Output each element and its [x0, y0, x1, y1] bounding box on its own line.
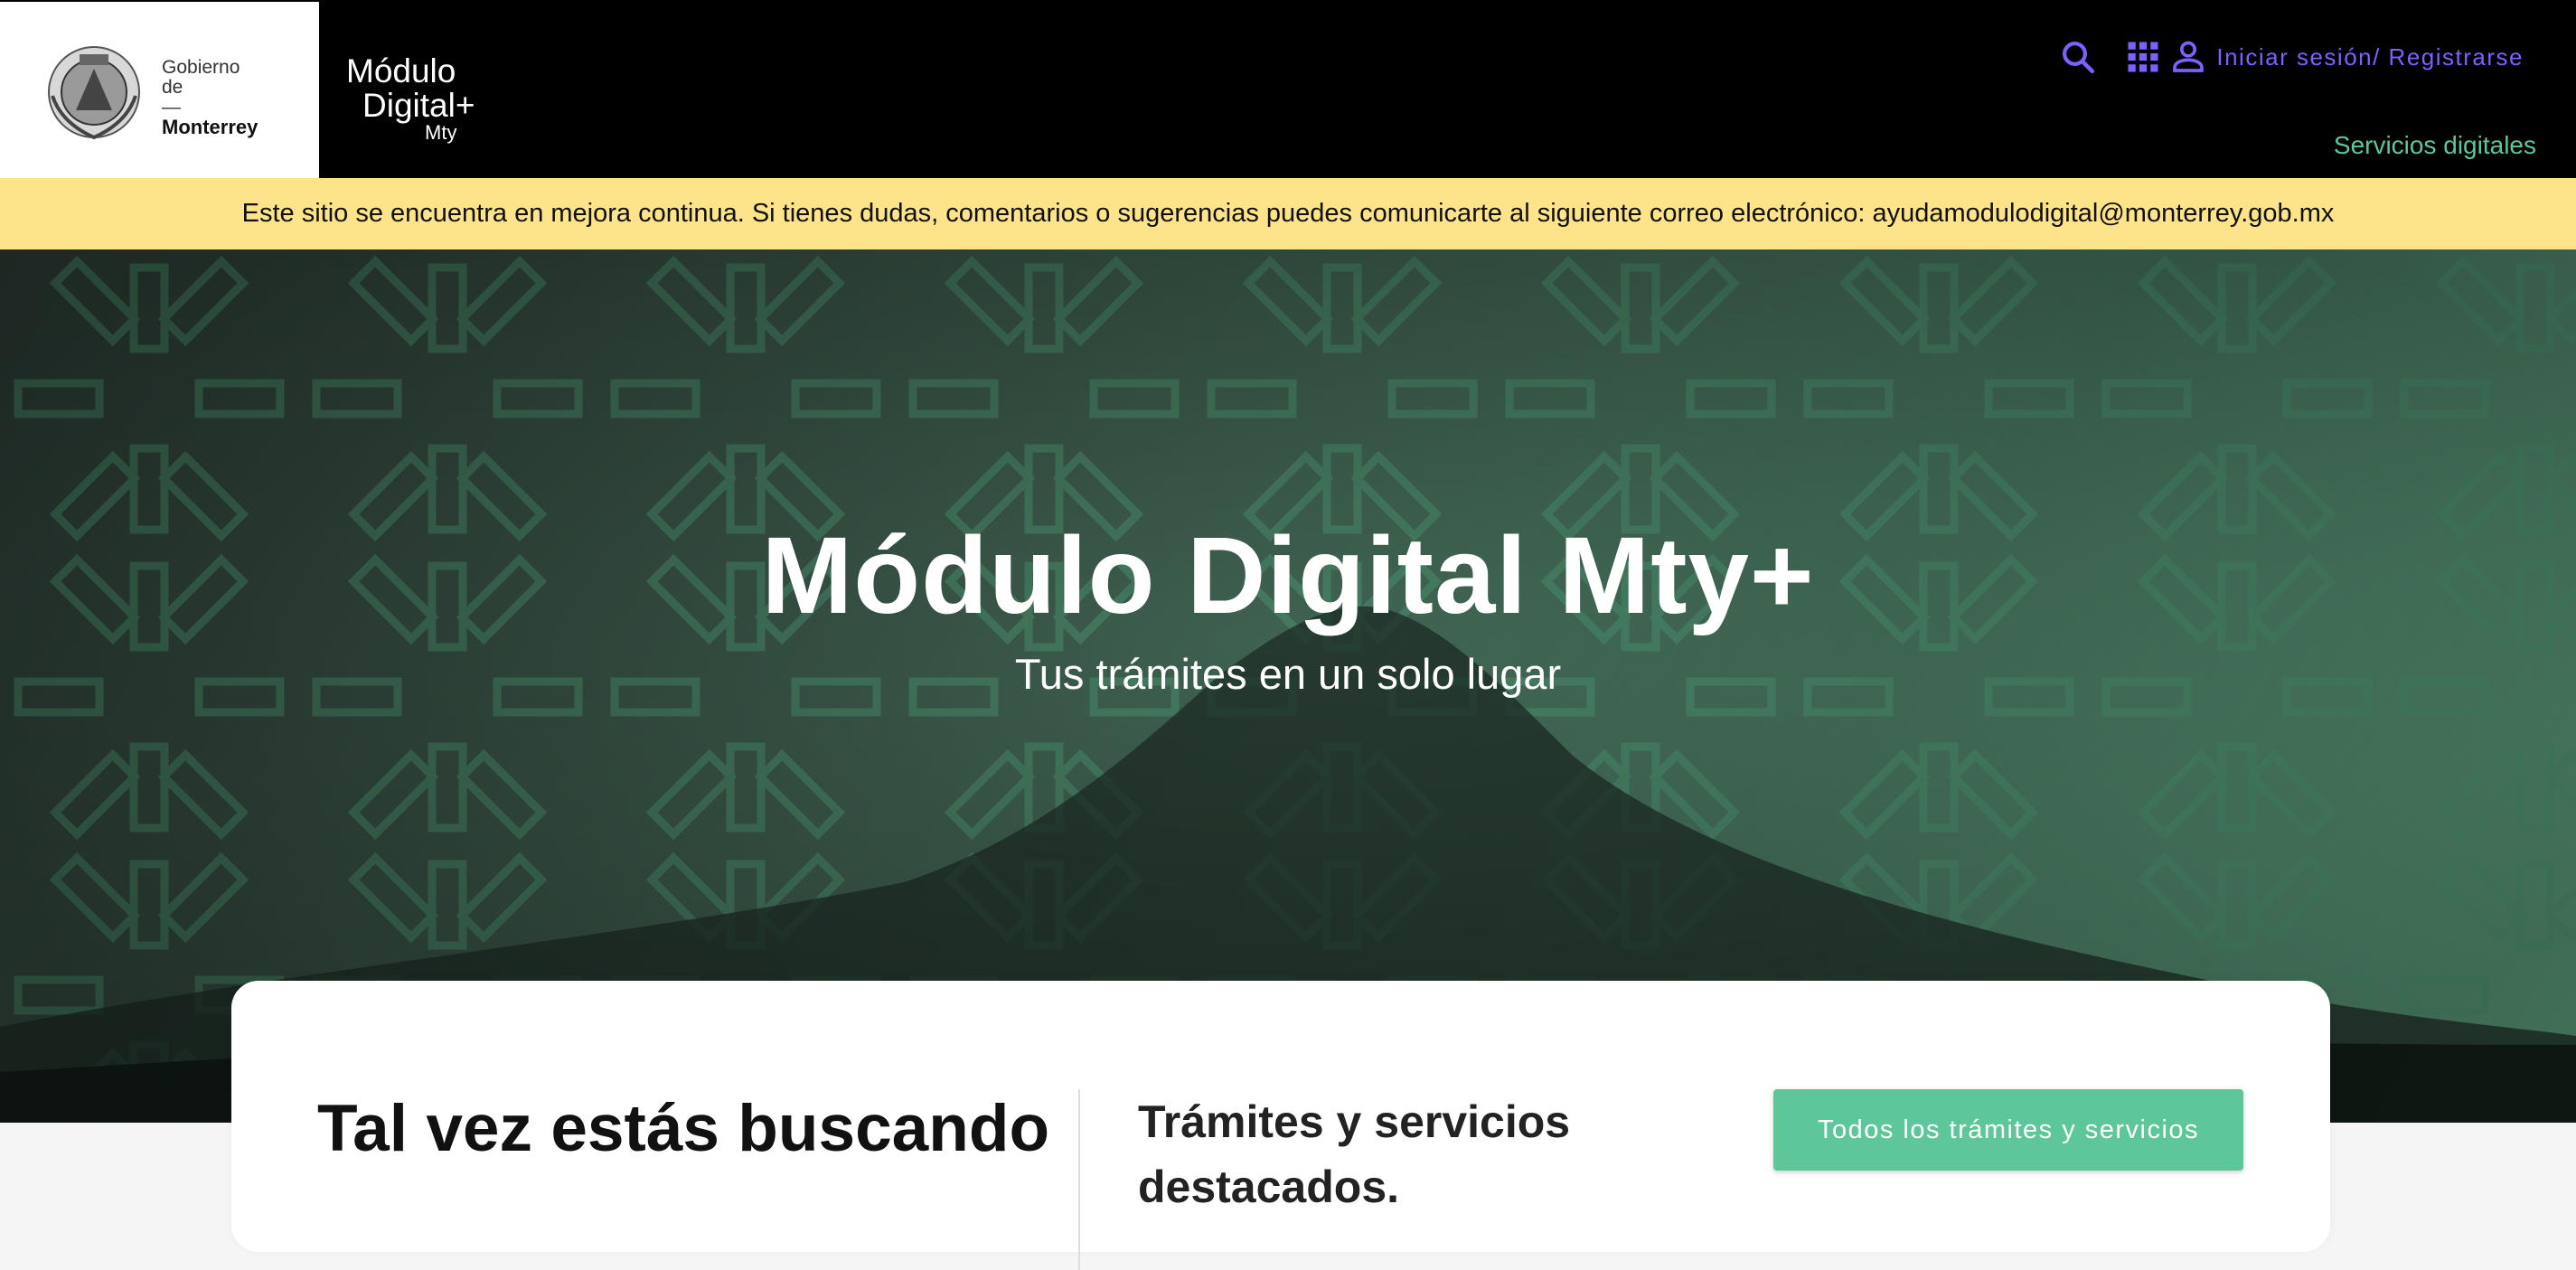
notice-text: Este sitio se encuentra en mejora contin… [241, 199, 2335, 228]
gov-line-1: Gobierno [162, 57, 240, 78]
brand-line-3: Mty [425, 121, 457, 144]
login-register-link[interactable]: Iniciar sesión/ Registrarse [2216, 43, 2524, 71]
all-services-button[interactable]: Todos los trámites y servicios [1773, 1089, 2243, 1171]
section-divider [1078, 1089, 1080, 1270]
brand-line-1: Módulo [346, 52, 456, 89]
gov-line-dash: — [162, 97, 181, 118]
gov-line-2: de [162, 77, 183, 98]
section-title: Tal vez estás buscando [317, 1092, 1050, 1165]
government-name: Gobierno de — Monterrey [162, 58, 258, 137]
gov-line-monterrey: Monterrey [162, 116, 259, 138]
top-header: Gobierno de — Monterrey Módulo Digital+ … [0, 0, 2576, 178]
search-suggestions-card: Tal vez estás buscando Trámites y servic… [231, 981, 2330, 1270]
featured-services-label: Trámites y servicios destacados. [1138, 1096, 1571, 1212]
hero-subtitle: Tus trámites en un solo lugar [1014, 650, 1562, 698]
digital-services-link[interactable]: Servicios digitales [2334, 131, 2536, 160]
grid-apps-icon[interactable] [2120, 34, 2166, 80]
user-icon[interactable] [2166, 34, 2211, 80]
hero-title: Módulo Digital Mty+ [761, 513, 1815, 636]
search-icon[interactable] [2055, 34, 2101, 80]
header-actions: Iniciar sesión/ Registrarse [2055, 34, 2576, 80]
brand-line-2: Digital+ [362, 87, 475, 124]
government-logo-block[interactable]: Gobierno de — Monterrey [0, 0, 319, 178]
modulo-digital-logo[interactable]: Módulo Digital+ Mty [346, 54, 475, 143]
notice-banner: Este sitio se encuentra en mejora contin… [0, 178, 2576, 249]
monterrey-seal-icon [48, 46, 140, 140]
